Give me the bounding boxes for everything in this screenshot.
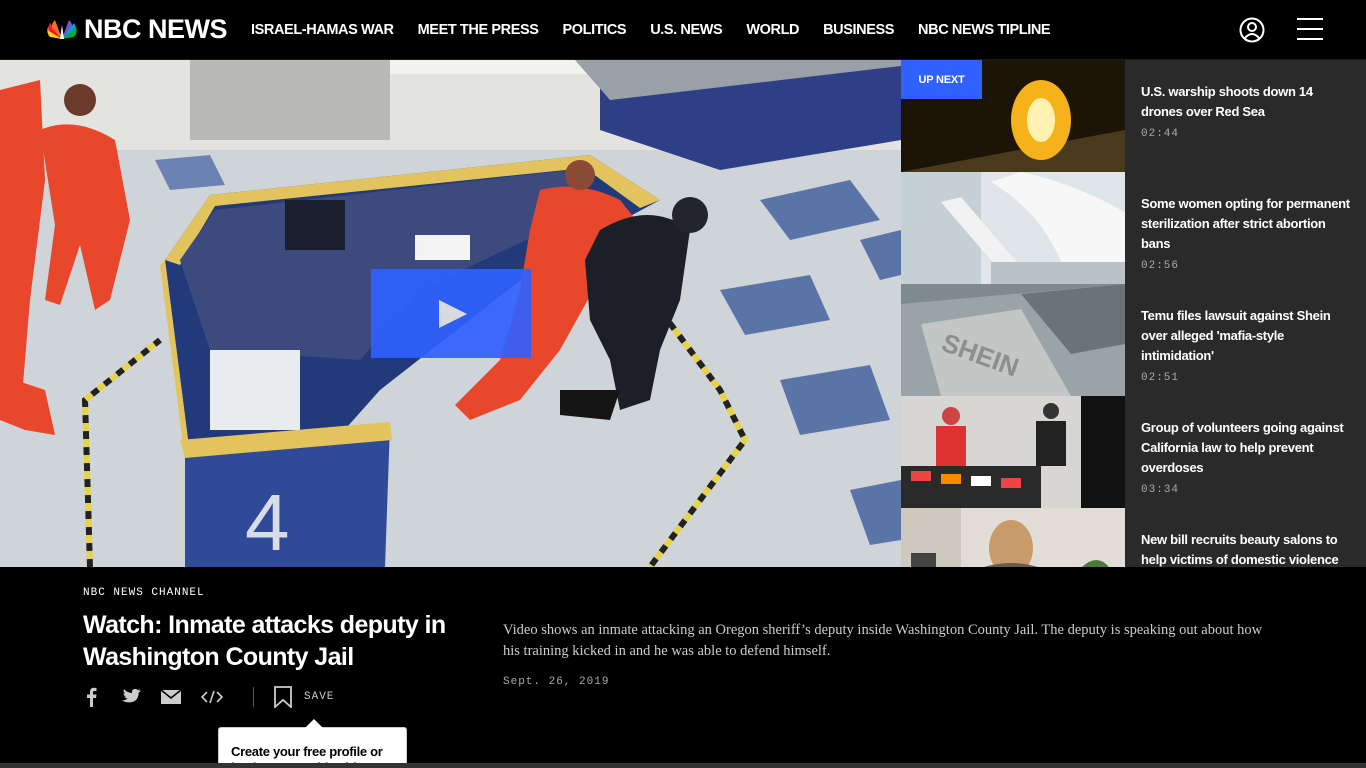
main-nav: ISRAEL-HAMAS WAR MEET THE PRESS POLITICS… [251,22,1051,38]
playlist-item[interactable]: SHEIN Temu files lawsuit against Shein o… [901,284,1366,396]
publish-date: Sept. 26, 2019 [503,676,610,688]
peacock-icon [47,19,77,39]
logo-text: NBC NEWS [84,14,228,44]
nav-business[interactable]: BUSINESS [823,22,894,38]
playlist-item[interactable]: Group of volunteers going against Califo… [901,396,1366,508]
save-tooltip[interactable]: Create your free profile or log in to sa… [218,719,407,768]
nav-us-news[interactable]: U.S. NEWS [650,22,723,38]
playlist-item[interactable]: Some women opting for permanent steriliz… [901,172,1366,284]
page-divider [0,763,1366,768]
hamburger-menu-icon[interactable] [1297,18,1323,42]
save-button[interactable]: SAVE [304,691,334,703]
playlist-item[interactable]: UP NEXT U.S. warship shoots down 14 dron… [901,60,1366,172]
nav-world[interactable]: WORLD [746,22,799,38]
video-player[interactable]: 4 [0,60,901,567]
video-info: NBC NEWS CHANNEL Watch: Inmate attacks d… [0,567,1366,768]
playlist-thumbnail [901,396,1125,508]
playlist-thumbnail [901,508,1125,567]
nav-tipline[interactable]: NBC NEWS TIPLINE [918,22,1051,38]
playlist-item-title: Temu files lawsuit against Shein over al… [1141,308,1331,363]
playlist-item-title: Some women opting for permanent steriliz… [1141,196,1350,251]
playlist-item-duration: 03:34 [1141,484,1180,496]
nbc-news-logo[interactable]: NBC NEWS [44,0,228,60]
playlist-item-title: New bill recruits beauty salons to help … [1141,532,1339,567]
desk-number: 4 [245,478,290,567]
playlist-item[interactable]: New bill recruits beauty salons to help … [901,508,1366,567]
embed-icon[interactable] [201,690,223,704]
video-description: Video shows an inmate attacking an Orego… [503,622,1263,659]
playlist-thumbnail [901,172,1125,284]
play-icon [439,299,467,328]
share-divider [253,687,254,707]
playlist-item-title: U.S. warship shoots down 14 drones over … [1141,84,1313,119]
playlist-item-duration: 02:44 [1141,128,1180,140]
bookmark-icon[interactable] [274,686,292,708]
email-icon[interactable] [161,690,181,704]
playlist-item-title: Group of volunteers going against Califo… [1141,420,1344,475]
play-button[interactable] [371,269,531,358]
playlist-item-duration: 02:56 [1141,260,1180,272]
nav-politics[interactable]: POLITICS [563,22,627,38]
nav-israel-hamas-war[interactable]: ISRAEL-HAMAS WAR [251,22,394,38]
nav-meet-the-press[interactable]: MEET THE PRESS [418,22,539,38]
up-next-badge: UP NEXT [901,60,982,99]
channel-label[interactable]: NBC NEWS CHANNEL [83,587,205,599]
share-bar: SAVE [83,685,334,709]
facebook-icon[interactable] [83,687,101,707]
playlist-item-duration: 02:51 [1141,372,1180,384]
site-header: NBC NEWS ISRAEL-HAMAS WAR MEET THE PRESS… [0,0,1366,60]
video-title: Watch: Inmate attacks deputy in Washingt… [83,611,446,671]
account-icon[interactable] [1239,17,1265,43]
playlist-thumbnail: SHEIN [901,284,1125,396]
twitter-icon[interactable] [121,688,141,706]
up-next-playlist: UP NEXT U.S. warship shoots down 14 dron… [901,60,1366,567]
